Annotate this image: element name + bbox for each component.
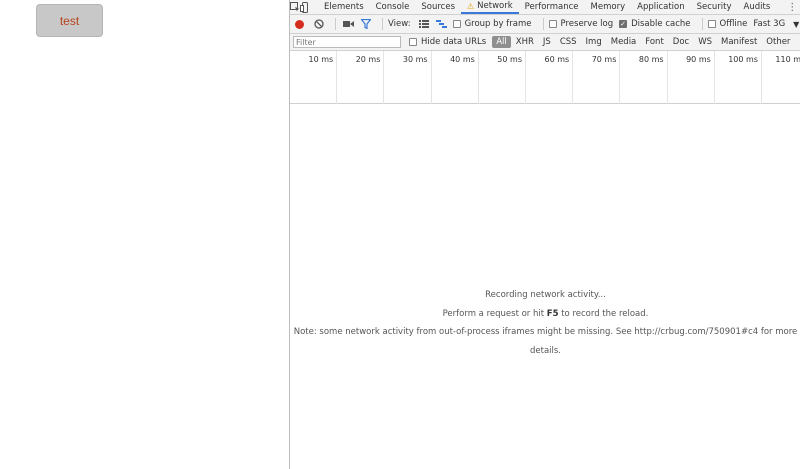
timeline-tick-label: 10 ms [308,55,334,64]
timeline-overview[interactable]: 10 ms 20 ms 30 ms 40 ms 50 ms 60 ms 70 ms 80 ms… [290,51,800,104]
filter-type-img[interactable]: Img [582,36,606,48]
tab-list: Elements Console Sources ⚠ Network Performanc… [318,0,776,14]
f5-key: F5 [546,308,559,319]
timeline-tick-label: 50 ms [497,55,522,64]
checkbox-box[interactable] [707,20,716,28]
tab-label: Elements [324,2,364,12]
tab-sources[interactable]: Sources [415,0,461,14]
oopif-note-continued: details. [529,345,562,356]
filter-type-ws[interactable]: WS [694,36,716,48]
tab-network[interactable]: ⚠ Network [461,0,519,14]
checkbox-label: Hide data URLs [421,37,487,47]
timeline-tick: 50 ms [479,51,526,104]
filter-icon[interactable] [359,17,373,31]
timeline-tick: 90 ms [668,51,715,104]
filter-type-other[interactable]: Other [762,36,794,48]
filter-type-js[interactable]: JS [539,36,555,48]
toolbar-divider [542,18,544,30]
timeline-tick: 40 ms [432,51,479,104]
empty-state: Recording network activity... Perform a … [290,286,800,360]
recording-message: Recording network activity... [485,290,606,300]
filter-type-doc[interactable]: Doc [669,36,693,48]
resource-type-filters: All XHR JS CSS Img Media Font Doc WS Manifest Othe… [492,36,795,48]
timeline-tick: 20 ms [337,51,385,104]
clear-icon[interactable] [312,17,326,31]
tab-memory[interactable]: Memory [585,0,632,14]
throttling-dropdown-icon[interactable]: ▼ [793,20,799,29]
timeline-tick: 70 ms [573,51,621,104]
timeline-tick: 110 ms [762,51,800,104]
tab-label: Performance [524,2,579,12]
timeline-tick-label: 60 ms [544,55,570,64]
timeline-tick-label: 80 ms [638,55,664,64]
overview-icon[interactable] [435,17,449,31]
checkbox-box[interactable] [452,20,461,28]
filter-type-css[interactable]: CSS [556,36,581,48]
page-viewport: test [0,0,289,469]
timeline-tick-label: 70 ms [591,55,617,64]
filter-input[interactable] [293,36,401,48]
inspect-element-icon[interactable] [290,0,300,14]
tab-label: Application [637,2,685,12]
oopif-note: Note: some network activity from out-of-… [293,327,798,337]
tab-elements[interactable]: Elements [318,0,370,14]
timeline-tick: 10 ms [290,51,338,104]
timeline-tick: 100 ms [715,51,762,104]
devtools-panel: Elements Console Sources ⚠ Network Performanc… [289,0,800,469]
network-toolbar: View: Group by frame Preserve log ✓ Disa… [290,15,800,34]
timeline-tick-label: 40 ms [450,55,475,64]
record-icon[interactable] [295,19,304,29]
tab-label: Security [696,2,732,12]
devtools-tabbar: Elements Console Sources ⚠ Network Performanc… [290,0,800,15]
tab-label: Console [375,2,410,12]
checkbox-box[interactable] [409,38,417,46]
checkbox-box-checked[interactable]: ✓ [619,20,628,28]
checkbox-label: Group by frame [464,19,532,29]
tab-performance[interactable]: Performance [519,0,585,14]
reload-hint: Perform a request or hit F5 to record th… [442,308,649,319]
disable-cache-checkbox[interactable]: ✓ Disable cache [619,19,691,29]
offline-checkbox[interactable]: Offline [707,19,748,29]
tab-label: Memory [590,2,626,12]
timeline-tick-label: 90 ms [686,55,711,64]
view-label: View: [388,19,411,29]
checkbox-label: Preserve log [560,19,614,29]
timeline-tick-label: 110 ms [775,55,800,64]
throttling-select[interactable]: Fast 3G [753,19,785,29]
timeline-tick: 60 ms [526,51,574,104]
timeline-tick-label: 20 ms [355,55,381,64]
filter-type-font[interactable]: Font [641,36,668,48]
preserve-log-checkbox[interactable]: Preserve log [548,19,614,29]
group-by-frame-checkbox[interactable]: Group by frame [452,19,532,29]
timeline-tick-label: 100 ms [728,55,758,64]
more-options-icon[interactable]: ⋮ [785,2,799,13]
tab-label: Sources [421,2,455,12]
timeline-tick: 80 ms [620,51,668,104]
toolbar-divider [335,18,336,30]
checkbox-label: Offline [719,19,748,29]
large-rows-icon[interactable] [417,17,431,31]
timeline-tick: 30 ms [384,51,432,104]
tab-application[interactable]: Application [631,0,691,14]
warning-icon: ⚠ [467,1,475,11]
tab-audits[interactable]: Audits [738,0,777,14]
test-button[interactable]: test [36,4,103,37]
tab-label: Audits [743,2,771,12]
filter-type-media[interactable]: Media [607,36,641,48]
checkbox-box[interactable] [548,20,557,28]
filter-type-manifest[interactable]: Manifest [717,36,761,48]
tab-label: Network [477,1,513,11]
toolbar-divider [701,18,703,30]
filter-bar: Hide data URLs AllXHRJSCSSImgMediaFontDo… [290,34,800,51]
filter-type-all[interactable]: All [492,36,511,48]
checkbox-label: Disable cache [631,19,691,29]
hide-data-urls-checkbox[interactable]: Hide data URLs [409,37,486,47]
tab-console[interactable]: Console [370,0,416,14]
capture-screenshots-icon[interactable] [341,17,355,31]
device-toolbar-icon[interactable] [300,0,310,14]
tab-security[interactable]: Security [691,0,738,14]
toolbar-divider [382,18,383,30]
filter-type-xhr[interactable]: XHR [512,36,538,48]
timeline-tick-label: 30 ms [402,55,428,64]
